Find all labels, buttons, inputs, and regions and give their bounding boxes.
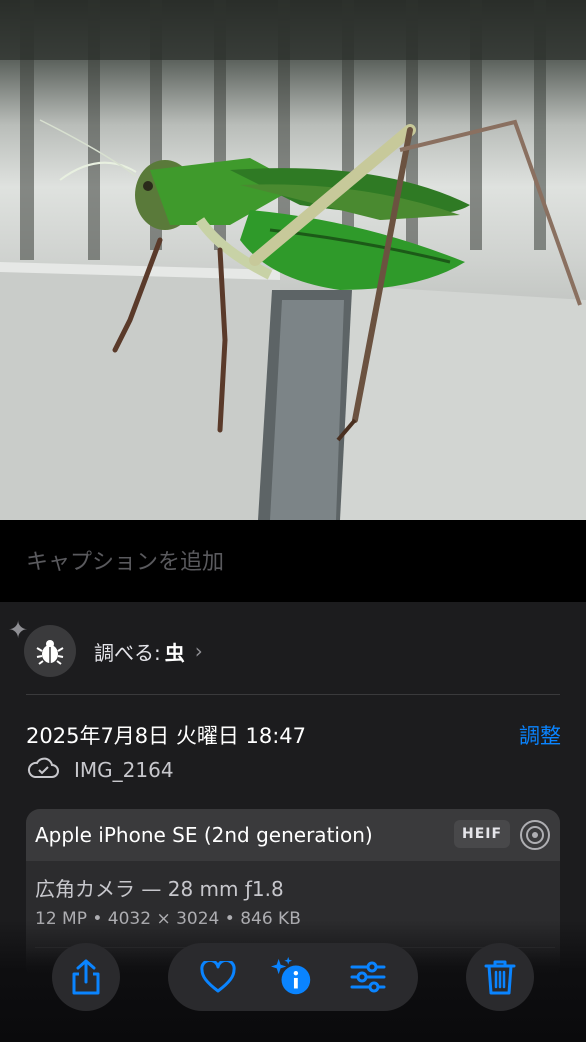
trash-icon: [478, 955, 522, 999]
format-badge: HEIF: [454, 820, 511, 848]
icloud-icon: [26, 756, 60, 784]
device-name: Apple iPhone SE (2nd generation): [35, 823, 373, 847]
file-row: IMG_2164: [26, 756, 174, 784]
bug-icon: [24, 625, 76, 677]
adjust-sliders-icon[interactable]: [346, 955, 390, 999]
photo-datetime: 2025年7月8日 火曜日 18:47: [26, 724, 307, 748]
share-icon: [64, 955, 108, 999]
photo-viewer[interactable]: [0, 0, 586, 520]
file-name: IMG_2164: [74, 758, 174, 782]
lookup-value: 虫: [164, 640, 185, 665]
grasshopper-photo: [0, 0, 586, 520]
visual-lookup-row[interactable]: 調べる: 虫 ›: [24, 624, 203, 678]
adjust-datetime-button[interactable]: 調整: [519, 720, 561, 750]
info-sparkle-icon[interactable]: [270, 955, 315, 999]
camera-card-header: Apple iPhone SE (2nd generation) HEIF: [26, 809, 560, 861]
lookup-label: 調べる: 虫: [94, 637, 185, 666]
chevron-right-icon: ›: [194, 639, 203, 663]
divider: [26, 694, 560, 695]
lens-info: 広角カメラ — 28 mm ƒ1.8: [35, 877, 284, 901]
caption-area: [0, 520, 586, 602]
heart-icon[interactable]: [196, 955, 240, 999]
delete-button[interactable]: [466, 943, 534, 1011]
lookup-prefix: 調べる:: [94, 640, 161, 665]
action-group: [168, 943, 418, 1011]
caption-input[interactable]: [26, 547, 556, 577]
share-button[interactable]: [52, 943, 120, 1011]
lens-aperture-icon[interactable]: [519, 819, 551, 851]
